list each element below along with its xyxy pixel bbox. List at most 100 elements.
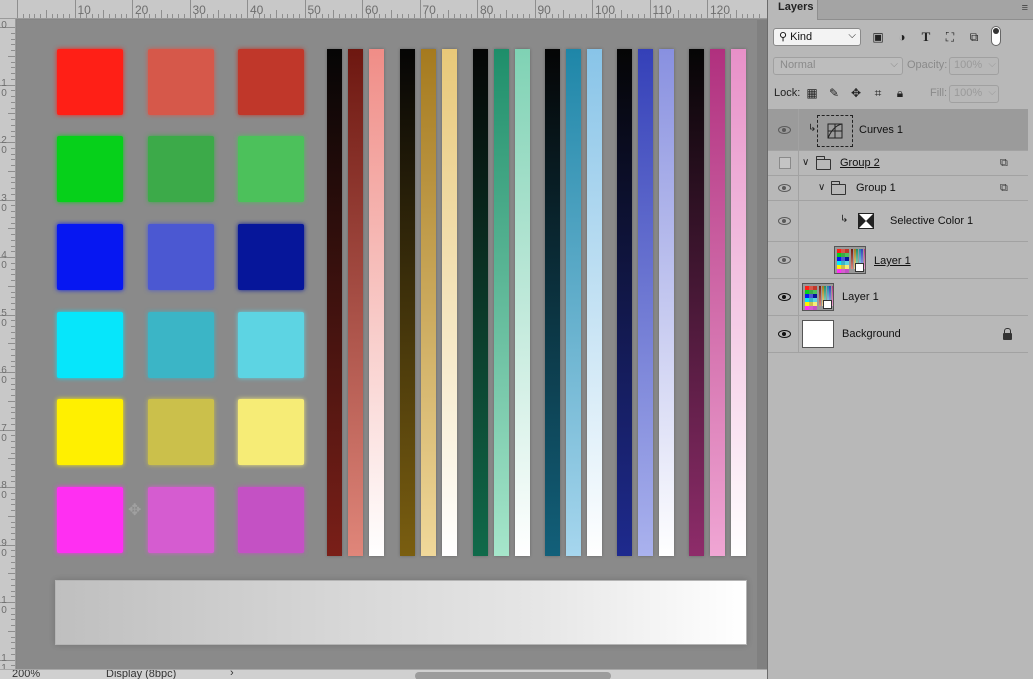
color-swatch <box>148 399 214 465</box>
ruler-tick <box>11 625 15 626</box>
visibility-toggle-off[interactable] <box>779 157 791 169</box>
ruler-tick <box>11 360 15 362</box>
ruler-tick <box>574 14 576 18</box>
eye-icon[interactable] <box>778 256 791 264</box>
ruler-tick <box>11 96 15 97</box>
smart-object-filter-icon[interactable]: ⧉ <box>966 29 982 45</box>
ruler-tick <box>390 10 392 18</box>
lock-transparent-pixels-icon[interactable]: ▦ <box>805 86 819 100</box>
filter-toggle-switch[interactable] <box>991 26 1001 46</box>
ruler-tick <box>11 130 15 132</box>
chevron-down-icon[interactable]: ∨ <box>802 157 809 168</box>
layer-row-layer-1-inner[interactable]: Layer 1 <box>768 242 1028 279</box>
color-swatch <box>238 487 304 553</box>
ruler-tick <box>333 10 335 18</box>
lock-position-icon[interactable]: ✥ <box>849 86 863 100</box>
opacity-field[interactable]: 100% ⌵ <box>949 57 999 75</box>
adjustment-filter-icon[interactable]: ◑ <box>894 29 910 45</box>
chevron-down-icon[interactable]: ∨ <box>818 182 825 193</box>
eye-icon[interactable] <box>778 126 791 134</box>
lock-image-pixels-icon[interactable]: ✎ <box>827 86 841 100</box>
ruler-label: 4 0 <box>1 250 7 271</box>
image-filter-icon[interactable]: ▣ <box>870 29 886 45</box>
ruler-tick <box>528 14 530 18</box>
search-icon: ⚲ <box>779 31 788 43</box>
ruler-tick <box>11 579 15 580</box>
selective-color-adjustment-icon[interactable] <box>858 213 874 229</box>
ruler-tick <box>11 619 15 621</box>
ruler-tick <box>11 550 15 552</box>
shape-filter-icon[interactable]: ⛶ <box>942 29 958 45</box>
eye-icon[interactable] <box>778 184 791 192</box>
chevron-down-icon: ⌵ <box>988 87 996 98</box>
vertical-scrollbar[interactable] <box>757 20 767 669</box>
fill-field[interactable]: 100% ⌵ <box>949 85 999 103</box>
layer-row-selective-color-1[interactable]: ↳ Selective Color 1 <box>768 201 1028 242</box>
color-swatch <box>148 49 214 115</box>
filter-kind-dropdown[interactable]: ⚲ Kind ⌵ <box>773 28 861 46</box>
ruler-tick <box>11 418 15 419</box>
vertical-ruler[interactable]: 0 1 0 2 0 3 0 4 0 5 0 6 0 7 0 8 0 9 0 1 0 1 1 <box>0 19 16 669</box>
canvas-area[interactable]: 10203040506070809010011012013 01 02 03 0… <box>0 0 767 679</box>
layer-row-group-2[interactable]: ∨ Group 2 ⧉ <box>768 151 1028 176</box>
layer-row-layer-1[interactable]: Layer 1 <box>768 279 1028 316</box>
ruler-tick <box>362 0 363 18</box>
ruler-tick <box>8 343 15 345</box>
visibility-cell[interactable] <box>768 316 799 352</box>
ruler-tick <box>218 10 220 18</box>
curves-adjustment-icon[interactable] <box>817 115 853 147</box>
linked-group-icon: ⧉ <box>1000 182 1008 194</box>
ruler-tick <box>413 14 415 18</box>
ruler-tick <box>465 14 467 18</box>
horizontal-scrollbar-thumb[interactable] <box>415 672 611 679</box>
layer-row-background[interactable]: Background <box>768 316 1028 353</box>
layer-name[interactable]: Group 1 <box>856 182 896 194</box>
panel-menu-icon[interactable]: ≡ <box>1022 2 1028 14</box>
ruler-tick <box>385 14 386 18</box>
status-menu-arrow-icon[interactable]: › <box>230 670 234 679</box>
horizontal-ruler[interactable]: 10203040506070809010011012013 <box>0 0 767 19</box>
visibility-cell[interactable] <box>768 242 799 278</box>
ruler-tick <box>11 50 15 51</box>
visibility-cell[interactable] <box>768 279 799 315</box>
layer-name[interactable]: Group 2 <box>840 157 880 169</box>
blend-mode-value: Normal <box>780 59 816 71</box>
lock-artboard-icon[interactable]: ⌗ <box>871 86 885 100</box>
blend-mode-dropdown[interactable]: Normal ⌵ <box>773 57 903 75</box>
layer-row-curves-1[interactable]: ↳ Curves 1 <box>768 109 1028 151</box>
layer-name[interactable]: Selective Color 1 <box>890 215 973 227</box>
background-thumbnail[interactable] <box>802 320 834 348</box>
tab-layers[interactable]: Layers <box>768 0 818 20</box>
visibility-cell[interactable] <box>768 201 799 241</box>
gradient-bar <box>689 49 704 556</box>
ruler-tick <box>436 14 438 18</box>
ruler-tick <box>293 14 294 18</box>
ruler-tick <box>264 14 266 18</box>
ruler-tick <box>8 458 15 460</box>
eye-icon[interactable] <box>778 217 791 225</box>
document-canvas[interactable] <box>17 20 767 669</box>
ruler-tick <box>40 14 41 18</box>
ruler-tick <box>477 0 478 18</box>
ruler-tick <box>8 113 15 115</box>
eye-icon[interactable] <box>778 330 791 338</box>
type-filter-icon[interactable]: T <box>918 29 934 45</box>
layer-name[interactable]: Curves 1 <box>859 124 903 136</box>
layer-name[interactable]: Layer 1 <box>874 255 911 267</box>
folder-icon <box>816 156 831 170</box>
visibility-cell[interactable] <box>768 109 799 150</box>
layer-name[interactable]: Background <box>842 328 901 340</box>
layer-thumbnail[interactable] <box>802 283 834 311</box>
lock-all-icon[interactable]: 🔒︎ <box>893 86 907 100</box>
eye-icon[interactable] <box>778 293 791 301</box>
color-swatch <box>57 487 123 553</box>
zoom-level[interactable]: 200% <box>12 670 40 679</box>
layer-row-group-1[interactable]: ∨ Group 1 ⧉ <box>768 176 1028 201</box>
color-swatch <box>57 312 123 378</box>
ruler-tick <box>11 648 15 649</box>
layer-name[interactable]: Layer 1 <box>842 291 879 303</box>
color-swatch <box>57 136 123 202</box>
visibility-cell[interactable] <box>768 176 799 200</box>
visibility-cell[interactable] <box>768 151 799 175</box>
layer-thumbnail[interactable] <box>834 246 866 274</box>
